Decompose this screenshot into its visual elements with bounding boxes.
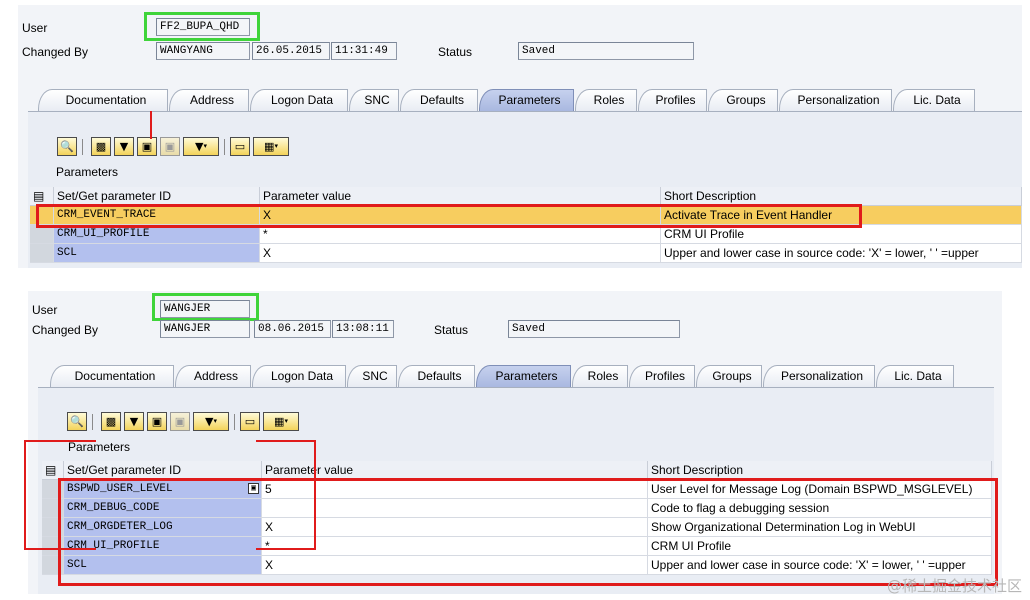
find-next-icon[interactable]: ▣ (160, 137, 180, 156)
row-selector[interactable] (30, 244, 54, 263)
tab-address[interactable]: Address (175, 365, 251, 387)
tab-logon-data[interactable]: Logon Data (250, 89, 348, 111)
changed-by-label: Changed By (22, 45, 89, 59)
toolbar-separator (224, 139, 225, 155)
parameters-title: Parameters (56, 165, 119, 179)
tab-bar: Documentation Address Logon Data SNC Def… (50, 365, 970, 387)
find-next-icon[interactable]: ▣ (170, 412, 190, 431)
tab-bar: Documentation Address Logon Data SNC Def… (38, 89, 998, 111)
print-icon[interactable]: ▩ (101, 412, 121, 431)
annotation-line (314, 440, 316, 550)
tab-groups[interactable]: Groups (696, 365, 762, 387)
toolbar-separator (82, 139, 83, 155)
tab-profiles[interactable]: Profiles (629, 365, 695, 387)
user-maintenance-screen-1: User FF2_BUPA_QHD Changed By WANGYANG 26… (18, 5, 1022, 268)
spreadsheet-icon[interactable]: ▦▾ (263, 412, 299, 431)
param-id-cell[interactable]: SCL (54, 244, 260, 263)
tab-snc[interactable]: SNC (349, 89, 399, 111)
user-highlight (152, 293, 259, 321)
tab-profiles[interactable]: Profiles (638, 89, 707, 111)
annotation-line (24, 548, 96, 550)
user-highlight (144, 12, 260, 41)
details-icon[interactable]: 🔍 (67, 412, 87, 431)
tab-roles[interactable]: Roles (572, 365, 628, 387)
tab-defaults[interactable]: Defaults (398, 365, 475, 387)
tab-defaults[interactable]: Defaults (400, 89, 478, 111)
print-preview-icon[interactable]: ▭ (230, 137, 250, 156)
filter-icon[interactable]: ▼ (114, 137, 134, 156)
annotation-line (256, 440, 316, 442)
set-filter-icon[interactable]: ▼▾ (193, 412, 229, 431)
find-icon[interactable]: ▣ (147, 412, 167, 431)
watermark: @稀土掘金技术社区 (886, 577, 1022, 595)
user-label: User (22, 21, 48, 35)
status-label: Status (438, 45, 473, 59)
changed-time-field: 13:08:11 (332, 320, 394, 338)
row-highlight (36, 204, 862, 228)
changed-date-field: 26.05.2015 (252, 42, 330, 60)
changed-by-field: WANGJER (160, 320, 250, 338)
filter-icon[interactable]: ▼ (124, 412, 144, 431)
tab-lic-data[interactable]: Lic. Data (876, 365, 954, 387)
short-desc-cell: Upper and lower case in source code: 'X'… (661, 244, 1022, 263)
tab-groups[interactable]: Groups (708, 89, 778, 111)
find-icon[interactable]: ▣ (137, 137, 157, 156)
rows-highlight (58, 478, 998, 586)
user-label: User (32, 303, 58, 317)
parameters-title: Parameters (68, 440, 131, 454)
tab-lic-data[interactable]: Lic. Data (893, 89, 975, 111)
tab-documentation[interactable]: Documentation (38, 89, 168, 111)
set-filter-icon[interactable]: ▼▾ (183, 137, 219, 156)
tab-address[interactable]: Address (169, 89, 249, 111)
user-maintenance-screen-2: User WANGJER Changed By WANGJER 08.06.20… (28, 291, 1002, 594)
tab-logon-data[interactable]: Logon Data (252, 365, 346, 387)
changed-date-field: 08.06.2015 (254, 320, 331, 338)
changed-time-field: 11:31:49 (331, 42, 397, 60)
tab-parameters[interactable]: Parameters (476, 365, 571, 387)
annotation-line (150, 111, 152, 139)
spreadsheet-icon[interactable]: ▦▾ (253, 137, 289, 156)
annotation-line (256, 548, 316, 550)
param-value-cell[interactable]: X (260, 244, 661, 263)
annotation-line (24, 440, 96, 442)
toolbar-separator (234, 414, 235, 430)
print-preview-icon[interactable]: ▭ (240, 412, 260, 431)
status-label: Status (434, 323, 469, 337)
tab-parameters[interactable]: Parameters (479, 89, 574, 111)
changed-by-field: WANGYANG (156, 42, 250, 60)
toolbar-separator (92, 414, 93, 430)
tab-roles[interactable]: Roles (575, 89, 637, 111)
changed-by-label: Changed By (32, 323, 99, 337)
tab-personalization[interactable]: Personalization (779, 89, 892, 111)
print-icon[interactable]: ▩ (91, 137, 111, 156)
status-field: Saved (508, 320, 680, 338)
tab-snc[interactable]: SNC (347, 365, 397, 387)
details-icon[interactable]: 🔍 (57, 137, 77, 156)
tab-documentation[interactable]: Documentation (50, 365, 174, 387)
tab-personalization[interactable]: Personalization (763, 365, 875, 387)
status-field: Saved (518, 42, 694, 60)
annotation-line (24, 440, 26, 550)
